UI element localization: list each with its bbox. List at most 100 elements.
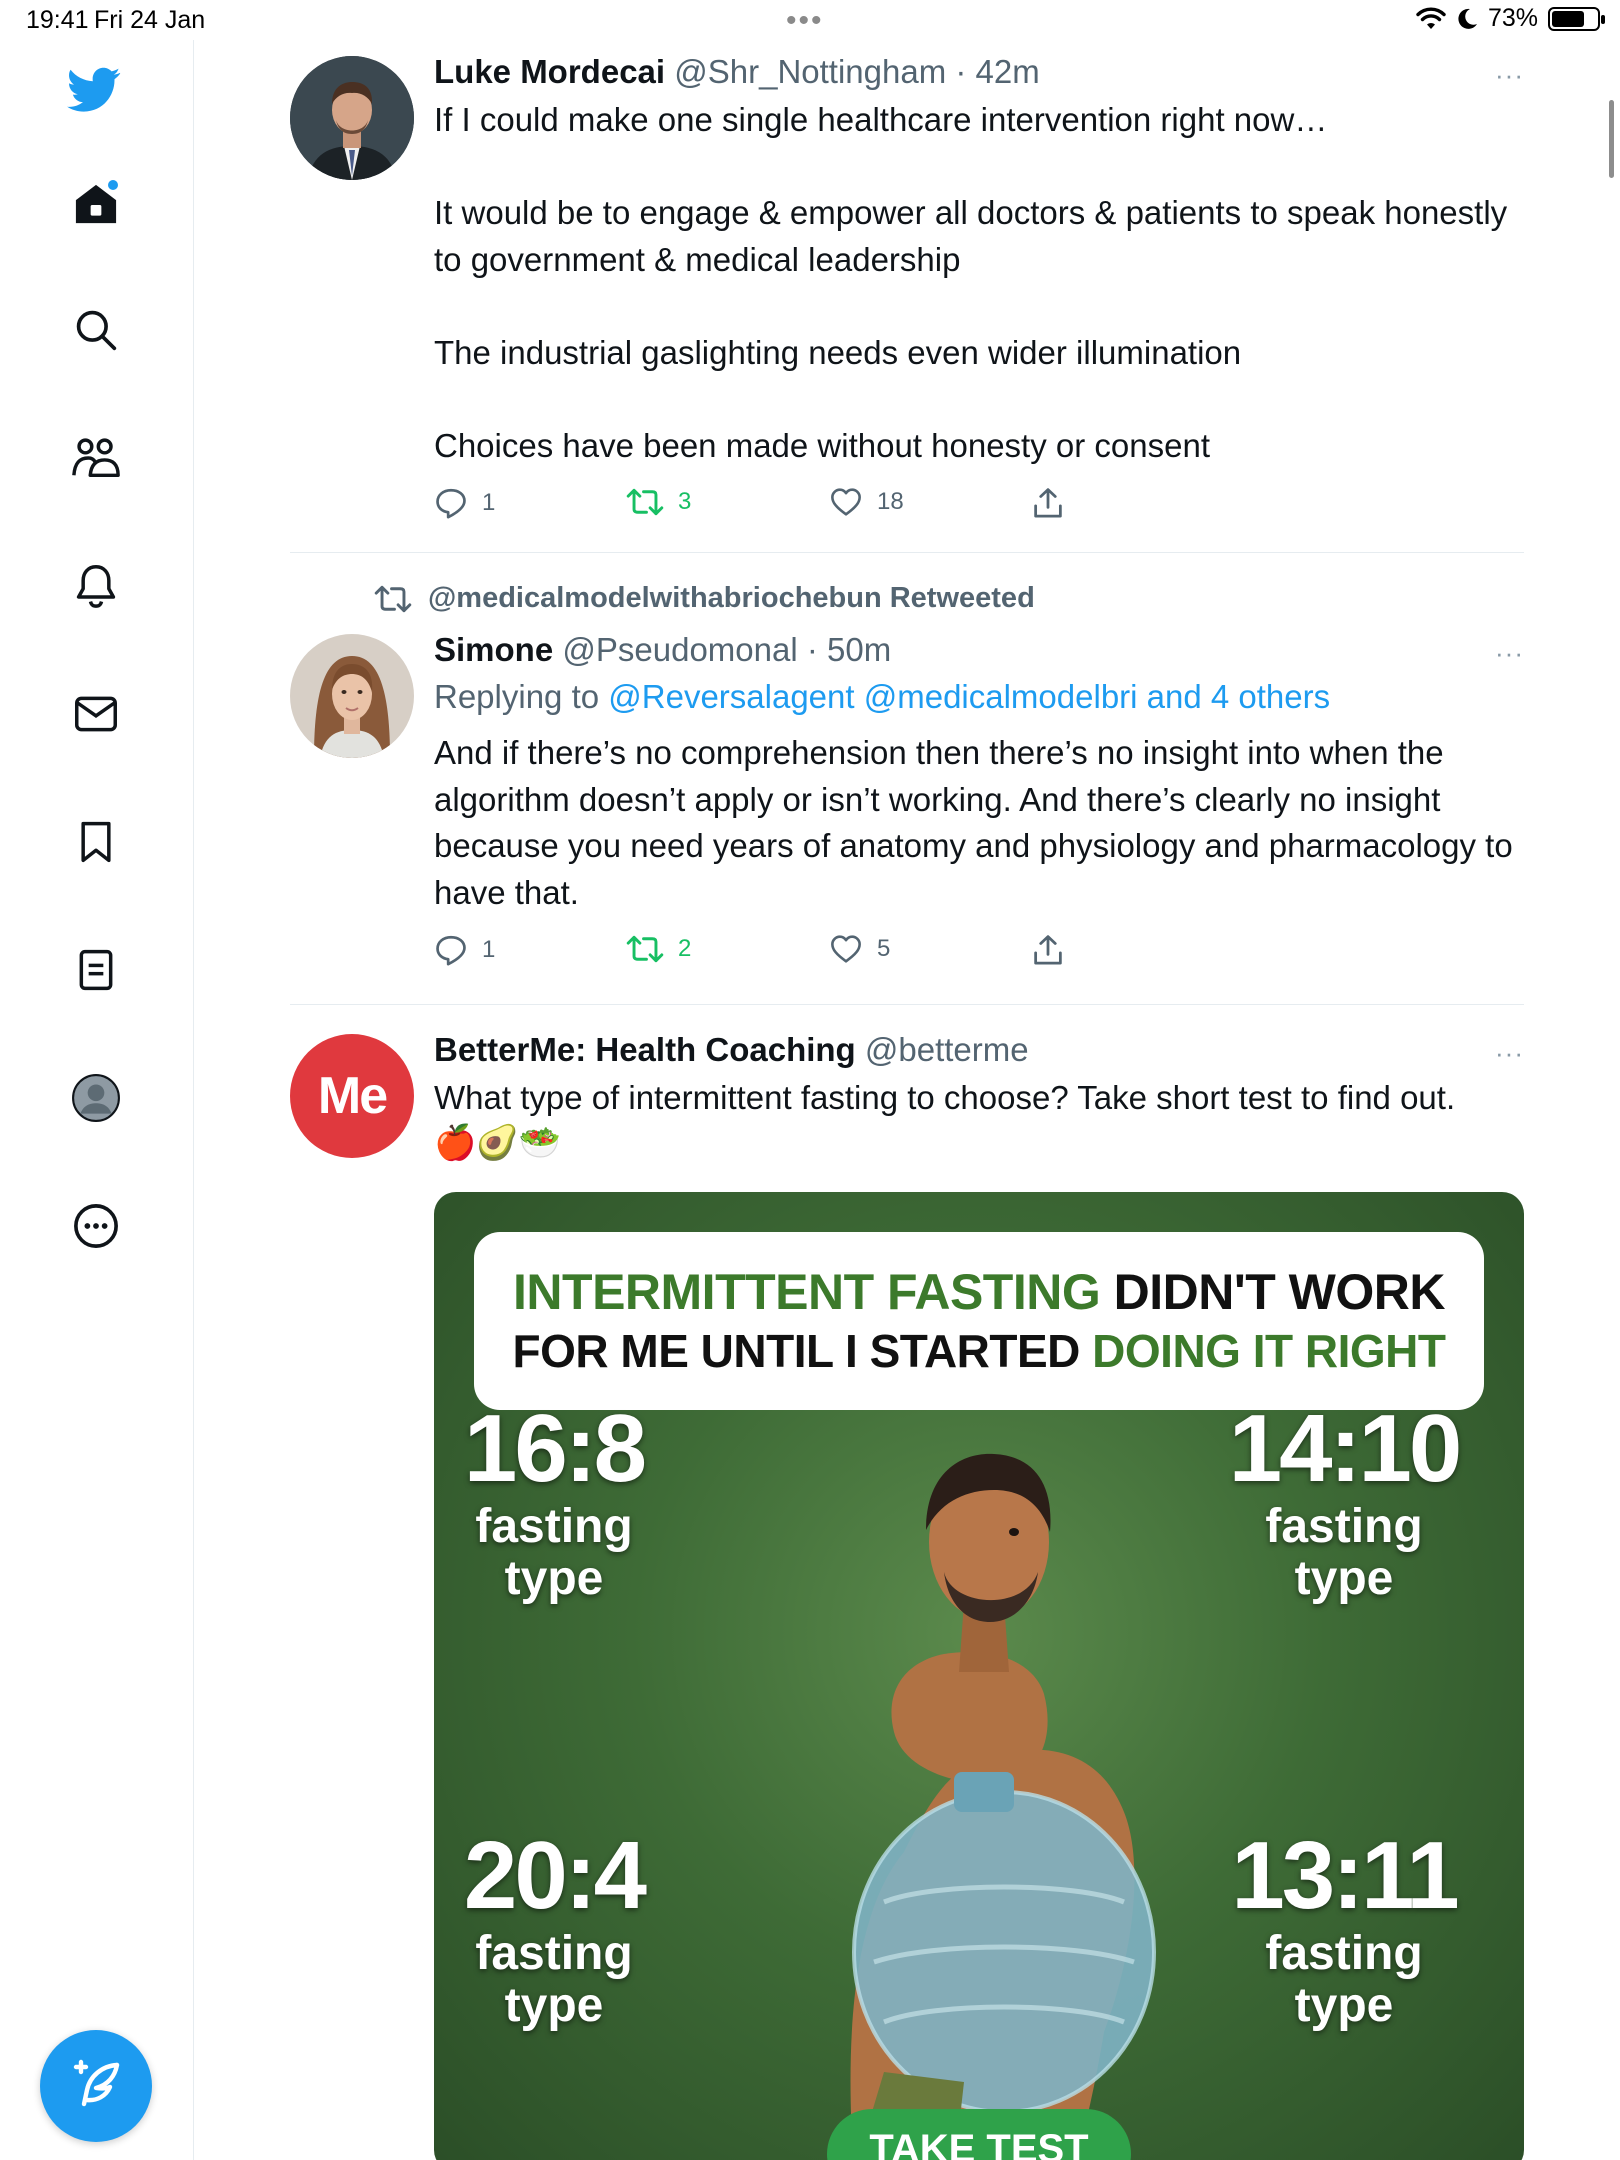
author-handle[interactable]: @Pseudomonal: [562, 631, 797, 668]
ad-headline-line2: FOR ME UNTIL I STARTED DOING IT RIGHT: [512, 1322, 1447, 1380]
tweet-more-icon[interactable]: ···: [1495, 638, 1524, 669]
retweet-icon: [626, 935, 664, 963]
replying-to-handles[interactable]: @Reversalagent @medicalmodelbri and 4 ot…: [608, 678, 1330, 715]
reply-icon: [436, 488, 466, 519]
battery-fill: [1552, 10, 1584, 27]
retweet-count: 2: [678, 935, 692, 962]
fasting-type-16-8: 16:8 fasting type: [434, 1397, 674, 1605]
author-handle[interactable]: @betterme: [865, 1031, 1029, 1068]
retweet-button[interactable]: 2: [626, 934, 691, 964]
status-right: 73%: [1416, 4, 1605, 33]
home-icon[interactable]: [68, 176, 124, 232]
more-options-icon[interactable]: [68, 1198, 124, 1254]
ad-headline-line1: INTERMITTENT FASTING DIDN'T WORK: [513, 1262, 1445, 1322]
author-name[interactable]: BetterMe: Health Coaching: [434, 1031, 856, 1068]
tweet-divider: [290, 1004, 1524, 1005]
fasting-ratio: 20:4: [463, 1822, 647, 1929]
retweet-button[interactable]: 3: [626, 487, 691, 517]
tweet-text: What type of intermittent fasting to cho…: [434, 1079, 1456, 1116]
share-button[interactable]: [1032, 487, 1064, 519]
profile-avatar-icon[interactable]: [68, 1070, 124, 1126]
author-handle[interactable]: @Shr_Nottingham: [674, 53, 946, 90]
retweet-count: 3: [678, 488, 692, 515]
retweet-icon: [626, 488, 664, 516]
like-count: 5: [877, 935, 891, 962]
multitasking-dots[interactable]: •••: [786, 4, 824, 38]
fasting-ratio: 13:11: [1231, 1822, 1459, 1929]
fasting-label: fasting type: [475, 1927, 633, 2032]
tweet-header: Simone @Pseudomonal · 50m: [434, 630, 1524, 670]
fasting-ratio: 16:8: [463, 1395, 647, 1502]
avatar-betterme-text: Me: [317, 1067, 388, 1125]
share-icon: [1034, 935, 1062, 965]
moon-icon: [1458, 8, 1477, 29]
reply-button[interactable]: 1: [434, 934, 495, 966]
home-notification-dot: [108, 180, 118, 190]
avatar-simone[interactable]: [290, 634, 414, 758]
tweet-emojis: 🍎🥑🥗: [434, 1124, 562, 1162]
retweeted-by-banner[interactable]: @medicalmodelwithabriochebun Retweeted: [374, 582, 1035, 615]
battery-icon: [1548, 6, 1605, 31]
tweet-time[interactable]: · 50m: [798, 631, 891, 668]
tweet-text: And if there’s no comprehension then the…: [434, 734, 1522, 911]
reply-count: 1: [482, 489, 496, 516]
ad-headline-black-1: DIDN'T WORK: [1100, 1264, 1446, 1320]
replying-to-prefix: Replying to: [434, 678, 609, 715]
wifi-icon: [1416, 7, 1446, 29]
ad-headline-green-1: INTERMITTENT FASTING: [513, 1264, 1101, 1320]
avatar-betterme[interactable]: Me: [290, 1034, 414, 1158]
ad-headline: INTERMITTENT FASTING DIDN'T WORK FOR ME …: [474, 1232, 1484, 1410]
tweet-header: BetterMe: Health Coaching @betterme: [434, 1030, 1524, 1070]
author-name[interactable]: Luke Mordecai: [434, 53, 665, 90]
like-count: 18: [877, 488, 904, 515]
retweet-indicator-icon: [374, 585, 412, 612]
compose-tweet-button[interactable]: [40, 2030, 152, 2142]
ad-headline-green-2: DOING IT RIGHT: [1092, 1325, 1446, 1377]
retweeted-by-text: @medicalmodelwithabriochebun Retweeted: [428, 582, 1035, 614]
status-time: 19:41: [26, 6, 89, 34]
avatar-luke-mordecai[interactable]: [290, 56, 414, 180]
like-button[interactable]: 18: [829, 487, 904, 517]
share-icon: [1034, 488, 1062, 518]
status-date: Fri 24 Jan: [94, 6, 206, 34]
heart-icon: [831, 935, 861, 963]
tweet-more-icon[interactable]: ···: [1495, 60, 1524, 91]
fasting-ratio: 14:10: [1228, 1395, 1463, 1502]
heart-icon: [831, 488, 861, 516]
lists-icon[interactable]: [68, 942, 124, 998]
fasting-type-20-4: 20:4 fasting type: [434, 1824, 674, 2032]
ad-illustration: [850, 1453, 1156, 2160]
communities-icon[interactable]: [68, 430, 124, 486]
fasting-label: fasting type: [1265, 1500, 1423, 1605]
bookmarks-icon[interactable]: [68, 814, 124, 870]
tweet-actions: 1 3 18: [434, 487, 1524, 533]
tweet-more-icon[interactable]: ···: [1495, 1038, 1524, 1069]
ad-headline-black-2: FOR ME UNTIL I STARTED: [512, 1325, 1093, 1377]
fasting-label: fasting type: [475, 1500, 633, 1605]
like-button[interactable]: 5: [829, 934, 890, 964]
notifications-bell-icon[interactable]: [68, 558, 124, 614]
tweet-divider: [290, 552, 1524, 553]
compose-feather-icon: [73, 2059, 120, 2107]
fasting-type-14-10: 14:10 fasting type: [1224, 1397, 1464, 1605]
status-bar: 19:41 Fri 24 Jan ••• 73%: [0, 0, 1620, 40]
share-button[interactable]: [1032, 934, 1064, 966]
ad-image[interactable]: INTERMITTENT FASTING DIDN'T WORK FOR ME …: [434, 1192, 1524, 2160]
battery-percent: 73%: [1487, 4, 1538, 32]
tweet-actions: 1 2 5: [434, 934, 1524, 980]
messages-envelope-icon[interactable]: [68, 686, 124, 742]
search-icon[interactable]: [68, 302, 124, 358]
fasting-type-13-11: 13:11 fasting type: [1224, 1824, 1464, 2032]
scrollbar-thumb[interactable]: [1609, 100, 1614, 178]
twitter-logo-icon[interactable]: [66, 62, 122, 118]
reply-button[interactable]: 1: [434, 487, 495, 519]
sidebar: [0, 40, 194, 2160]
author-name[interactable]: Simone: [434, 631, 553, 668]
tweet-header: Luke Mordecai @Shr_Nottingham · 42m: [434, 52, 1524, 92]
reply-count: 1: [482, 936, 496, 963]
take-test-button[interactable]: TAKE TEST: [827, 2109, 1131, 2160]
fasting-label: fasting type: [1265, 1927, 1423, 2032]
reply-icon: [436, 935, 466, 966]
tweet-text: If I could make one single healthcare in…: [434, 101, 1508, 464]
tweet-time[interactable]: · 42m: [946, 53, 1039, 90]
